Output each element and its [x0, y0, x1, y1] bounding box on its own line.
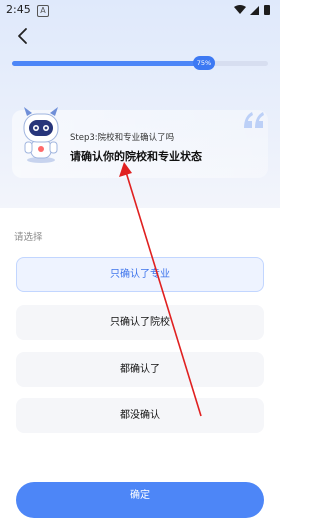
quote-mark-icon [244, 112, 264, 128]
status-bar: 2:45 A [0, 0, 280, 22]
option-none-confirmed[interactable]: 都没确认 [16, 398, 264, 433]
option-both-confirmed[interactable]: 都确认了 [16, 352, 264, 387]
progress-label: 75% [193, 56, 215, 70]
status-time: 2:45 [6, 3, 31, 16]
progress-fill [12, 61, 204, 66]
wifi-icon [234, 5, 246, 14]
confirm-button[interactable]: 确定 [16, 482, 264, 518]
battery-icon [264, 5, 270, 15]
back-arrow-icon[interactable] [12, 24, 36, 48]
option-only-major[interactable]: 只确认了专业 [16, 257, 264, 292]
progress-bar: 75% [12, 56, 268, 70]
step-label: Step3:院校和专业确认了吗 [70, 133, 175, 143]
status-icons [234, 5, 270, 15]
signal-icon [250, 6, 259, 15]
page-title: 请确认你的院校和专业状态 [70, 150, 202, 163]
notification-icon: A [37, 5, 49, 17]
prompt-label: 请选择 [14, 232, 43, 243]
option-only-school[interactable]: 只确认了院校 [16, 305, 264, 340]
robot-mascot-icon [23, 107, 59, 163]
